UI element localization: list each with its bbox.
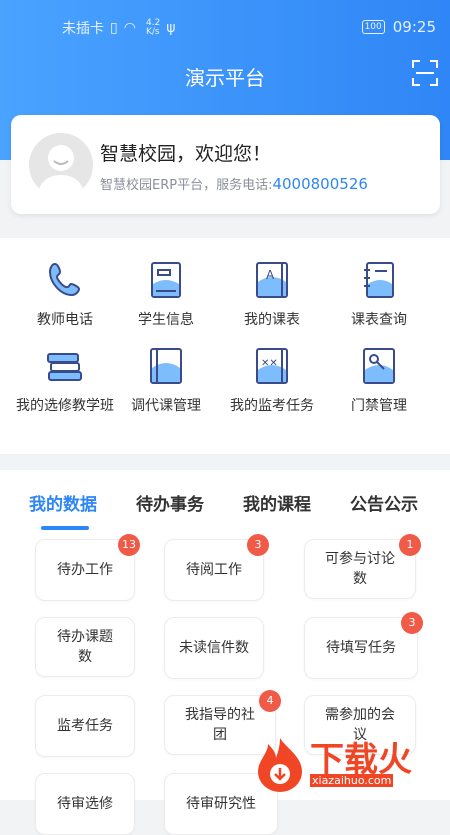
data-cell-to-read[interactable]: 待阅工作 3 [164,534,269,601]
menu-label: 我的监考任务 [230,398,314,414]
menu-label: 调代课管理 [131,398,201,414]
cell-label: 待阅工作 [186,562,242,578]
tab-my-data[interactable]: 我的数据 [29,490,97,515]
menu-substitute[interactable]: 调代课管理 [116,346,216,416]
cell-label: 待填写任务 [326,640,396,656]
scan-icon[interactable] [412,60,438,86]
menu-label: 教师电话 [37,312,93,328]
key-book-icon [363,348,395,384]
tab-my-courses[interactable]: 我的课程 [243,490,311,515]
carrier-label: 未插卡 [62,21,104,37]
welcome-text: 智慧校园，欢迎您！ [100,143,272,165]
menu-label: 我的课表 [244,312,300,328]
battery-icon: 100 [361,20,385,34]
watermark: 下载火 xiazaihuo.com [254,734,444,794]
avatar [29,133,93,197]
svg-text:A: A [266,268,275,282]
wifi-icon: ◠ [123,20,136,36]
data-cell-discussions[interactable]: 可参与讨论数 1 [304,534,421,599]
menu-access-control[interactable]: 门禁管理 [329,346,429,416]
data-cell-invigilation[interactable]: 监考任务 [35,695,135,757]
svg-text:✕✕: ✕✕ [261,358,278,369]
count-badge: 1 [399,534,421,556]
menu-teacher-phone[interactable]: 教师电话 [15,260,115,330]
sim-icon: ▯ [110,20,118,36]
count-badge: 13 [118,534,140,556]
student-card-icon [151,262,181,298]
data-cell-fill-tasks[interactable]: 待填写任务 3 [304,612,423,679]
page-title: 演示平台 [185,66,265,90]
cell-label: 未读信件数 [179,640,249,656]
data-cell-topics[interactable]: 待办课题数 [35,617,135,677]
menu-label: 课表查询 [351,312,407,328]
tab-indicator [41,526,89,530]
service-info: 智慧校园ERP平台，服务电话:4000800526 [100,174,368,193]
watermark-url: xiazaihuo.com [310,774,394,787]
flame-logo-icon [258,738,302,792]
tab-announcements[interactable]: 公告公示 [350,490,418,515]
notebook-icon [364,262,394,298]
cell-label: 我指导的社团 [185,707,255,743]
menu-label: 我的选修教学班 [16,398,114,414]
menu-exam-tasks[interactable]: ✕✕ 我的监考任务 [222,346,322,416]
service-phone[interactable]: 4000800526 [272,175,367,193]
menu-elective-class[interactable]: 我的选修教学班 [15,346,115,416]
net-speed-unit: K/s [145,27,160,37]
clock: 09:25 [392,18,436,36]
cell-label: 待审选修 [57,796,113,812]
profile-card[interactable]: 智慧校园，欢迎您！ 智慧校园ERP平台，服务电话:4000800526 [11,115,440,214]
user-silhouette-icon [37,145,85,197]
service-label: 智慧校园ERP平台，服务电话: [100,178,273,193]
book-icon [150,348,182,384]
count-badge: 4 [259,690,281,712]
books-stack-icon [47,353,82,381]
tab-todo[interactable]: 待办事务 [136,490,204,515]
usb-icon: ψ [166,20,176,36]
data-cell-pending-work[interactable]: 待办工作 13 [35,534,140,601]
menu-label: 学生信息 [138,312,194,328]
exam-book-icon: ✕✕ [256,348,288,384]
cell-label: 待办工作 [57,562,113,578]
menu-student-info[interactable]: 学生信息 [116,260,216,330]
net-speed: 4.2 K/s [146,19,160,37]
count-badge: 3 [401,612,423,634]
menu-my-schedule[interactable]: A 我的课表 [222,260,322,330]
phone-icon [48,262,81,297]
menu-schedule-query[interactable]: 课表查询 [329,260,429,330]
status-bar: 未插卡 ▯ ◠ 4.2 K/s ψ 100 09:25 [62,18,436,38]
cell-label: 可参与讨论数 [325,551,395,587]
quick-menu: 教师电话 学生信息 A 我的课表 课表查询 我的选修教学班 调代课管理 ✕✕ 我… [0,238,450,454]
cell-label: 待审研究性 [186,796,256,812]
schedule-book-icon: A [256,262,288,298]
data-cell-elective-review[interactable]: 待审选修 [35,773,135,835]
cell-label: 监考任务 [57,718,113,734]
menu-label: 门禁管理 [351,398,407,414]
cell-label: 待办课题数 [57,629,113,665]
count-badge: 3 [247,534,269,556]
data-cell-unread-mail[interactable]: 未读信件数 [164,617,264,679]
